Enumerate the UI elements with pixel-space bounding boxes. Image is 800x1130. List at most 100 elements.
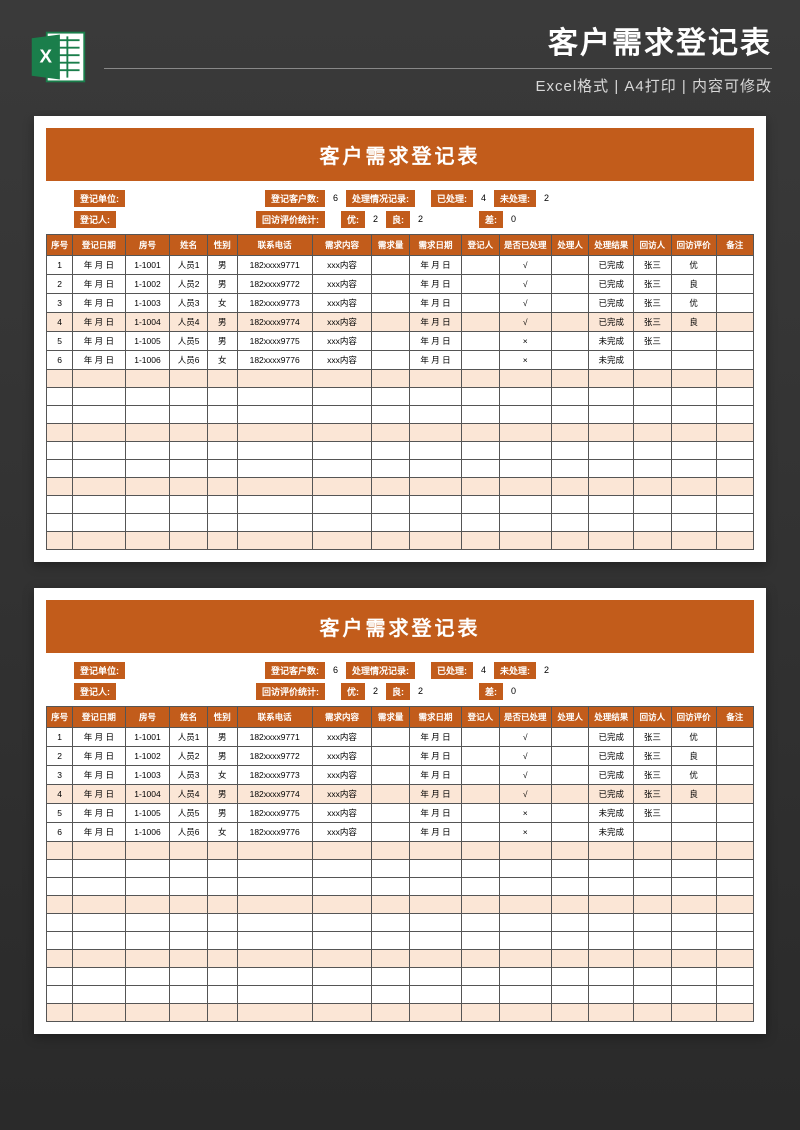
cell-empty	[372, 1004, 409, 1022]
cell-empty	[551, 896, 588, 914]
cell-empty	[409, 932, 461, 950]
col-header: 登记日期	[73, 707, 125, 728]
cell-empty	[312, 914, 372, 932]
cell-empty	[551, 406, 588, 424]
cell-seq: 6	[47, 823, 73, 842]
cell-date: 年 月 日	[73, 804, 125, 823]
cell-qty	[372, 332, 409, 351]
cell-content: xxx内容	[312, 823, 372, 842]
cell-empty	[312, 532, 372, 550]
cell-empty	[499, 1004, 551, 1022]
cell-eval	[671, 332, 716, 351]
cell-rdate: 年 月 日	[409, 823, 461, 842]
cell-empty	[499, 406, 551, 424]
cell-empty	[125, 896, 170, 914]
cell-rdate: 年 月 日	[409, 747, 461, 766]
cell-empty	[499, 896, 551, 914]
table-row-empty	[47, 532, 754, 550]
cell-empty	[312, 842, 372, 860]
cell-empty	[634, 842, 671, 860]
cell-empty	[47, 896, 73, 914]
cell-empty	[73, 896, 125, 914]
cell-empty	[589, 532, 634, 550]
cell-empty	[372, 370, 409, 388]
cell-rdate: 年 月 日	[409, 351, 461, 370]
table-header-row: 序号登记日期房号姓名性别联系电话需求内容需求量需求日期登记人是否已处理处理人处理…	[47, 235, 754, 256]
cell-empty	[237, 460, 312, 478]
cell-empty	[671, 496, 716, 514]
col-header: 回访人	[634, 707, 671, 728]
col-header: 序号	[47, 707, 73, 728]
sheets-container: 客户需求登记表 登记单位: 登记客户数: 6 处理情况记录: 已处理: 4 未处…	[0, 110, 800, 1062]
cell-empty	[634, 460, 671, 478]
cell-empty	[73, 914, 125, 932]
cell-empty	[312, 496, 372, 514]
cell-rdate: 年 月 日	[409, 294, 461, 313]
cell-content: xxx内容	[312, 785, 372, 804]
cell-empty	[462, 514, 499, 532]
excellent-label: 优:	[341, 683, 365, 700]
summary-block: 登记单位: 登记客户数: 6 处理情况记录: 已处理: 4 未处理: 2 登记人…	[46, 189, 754, 228]
cell-empty	[671, 842, 716, 860]
cell-empty	[462, 496, 499, 514]
cell-empty	[499, 914, 551, 932]
cell-vis: 张三	[634, 294, 671, 313]
cell-empty	[462, 950, 499, 968]
cell-empty	[207, 370, 237, 388]
cell-note	[716, 351, 753, 370]
cell-empty	[499, 478, 551, 496]
processed-value: 4	[473, 193, 494, 203]
cell-empty	[170, 842, 207, 860]
cell-note	[716, 766, 753, 785]
cell-empty	[170, 532, 207, 550]
cell-empty	[73, 932, 125, 950]
cell-empty	[551, 932, 588, 950]
cell-rdate: 年 月 日	[409, 256, 461, 275]
cell-empty	[207, 514, 237, 532]
cell-empty	[237, 878, 312, 896]
cell-empty	[409, 914, 461, 932]
cell-qty	[372, 804, 409, 823]
cell-empty	[716, 968, 753, 986]
table-row-empty	[47, 496, 754, 514]
cell-empty	[634, 532, 671, 550]
cell-res: 未完成	[589, 351, 634, 370]
cell-empty	[170, 1004, 207, 1022]
cell-proc: ×	[499, 332, 551, 351]
cell-note	[716, 313, 753, 332]
cell-empty	[551, 532, 588, 550]
cell-date: 年 月 日	[73, 728, 125, 747]
cell-empty	[47, 842, 73, 860]
cell-hand	[551, 804, 588, 823]
cell-empty	[716, 842, 753, 860]
cell-qty	[372, 294, 409, 313]
col-header: 回访评价	[671, 235, 716, 256]
cell-empty	[716, 388, 753, 406]
cell-empty	[237, 406, 312, 424]
count-label: 登记客户数:	[265, 662, 325, 679]
cell-name: 人员5	[170, 804, 207, 823]
cell-empty	[716, 986, 753, 1004]
cell-empty	[551, 370, 588, 388]
cell-eval: 优	[671, 256, 716, 275]
cell-empty	[634, 950, 671, 968]
cell-eval	[671, 823, 716, 842]
cell-qty	[372, 256, 409, 275]
cell-empty	[73, 950, 125, 968]
cell-tel: 182xxxx9774	[237, 313, 312, 332]
cell-empty	[47, 406, 73, 424]
cell-empty	[716, 914, 753, 932]
cell-empty	[462, 388, 499, 406]
cell-empty	[634, 914, 671, 932]
cell-empty	[409, 406, 461, 424]
summary-row-1: 登记单位: 登记客户数: 6 处理情况记录: 已处理: 4 未处理: 2	[46, 189, 754, 207]
cell-empty	[462, 878, 499, 896]
cell-empty	[671, 878, 716, 896]
cell-reg	[462, 747, 499, 766]
cell-res: 已完成	[589, 275, 634, 294]
cell-sex: 男	[207, 747, 237, 766]
cell-empty	[170, 932, 207, 950]
registrar-label: 登记人:	[74, 683, 116, 700]
cell-empty	[372, 442, 409, 460]
cell-empty	[716, 532, 753, 550]
